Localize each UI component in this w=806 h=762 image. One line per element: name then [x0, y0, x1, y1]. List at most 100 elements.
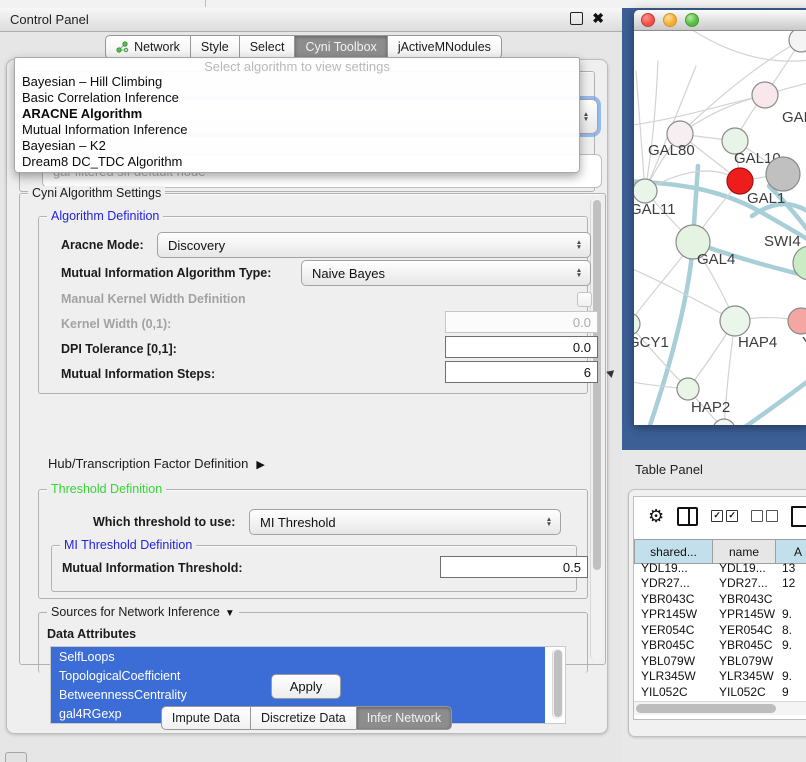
mi-steps-field[interactable]: 6 — [445, 361, 598, 383]
dpi-tolerance-label: DPI Tolerance [0,1]: — [61, 342, 177, 356]
table-cell: 9. — [775, 669, 806, 685]
table-settings-gear-icon[interactable]: ⚙ — [648, 507, 664, 525]
sources-title: Sources for Network Inference▼ — [47, 605, 239, 619]
manual-kernel-checkbox[interactable] — [577, 292, 592, 307]
table-row[interactable]: YBL079WYBL079W — [634, 653, 806, 669]
close-panel-icon[interactable]: ✖ — [592, 13, 604, 24]
algorithm-option[interactable]: Dream8 DC_TDC Algorithm — [15, 154, 579, 170]
algorithm-list: Bayesian – Hill ClimbingBasic Correlatio… — [15, 74, 579, 170]
network-edge[interactable] — [680, 95, 765, 134]
network-edge[interactable] — [694, 31, 806, 61]
table-panel-outer: ⚙ ✓✓ shared...nameA YDL19...YDL19...13YD… — [628, 489, 806, 737]
tab-network[interactable]: Network — [105, 35, 191, 59]
table-row[interactable]: YER054CYER054C8. — [634, 622, 806, 638]
table-cell: 9. — [775, 638, 806, 654]
mi-steps-label: Mutual Information Steps: — [61, 367, 215, 381]
network-node-y[interactable] — [788, 308, 806, 334]
close-window-icon[interactable] — [641, 13, 655, 27]
data-attribute-item[interactable]: SelfLoops — [51, 647, 545, 666]
collapse-arrow-icon[interactable]: ▼ — [225, 608, 235, 619]
tab-discretize-data[interactable]: Discretize Data — [250, 706, 357, 730]
apply-button[interactable]: Apply — [271, 674, 341, 699]
table-row[interactable]: YIL052CYIL052C9 — [634, 684, 806, 700]
combo-arrows-icon: ▲▼ — [571, 240, 590, 250]
mi-threshold-field[interactable]: 0.5 — [440, 556, 588, 578]
network-node[interactable] — [713, 419, 735, 425]
float-panel-icon[interactable] — [570, 12, 583, 25]
minimize-window-icon[interactable] — [663, 13, 677, 27]
table-row[interactable]: YPR145WYPR145W9. — [634, 607, 806, 623]
network-node[interactable] — [789, 31, 806, 52]
table-row[interactable]: YDR27...YDR27...12 — [634, 576, 806, 592]
hub-definition-toggle[interactable]: Hub/Transcription Factor Definition▶ — [48, 456, 265, 471]
table-cell: 9 — [775, 684, 806, 700]
network-edge[interactable] — [739, 373, 806, 425]
bottom-left-mini-button[interactable] — [5, 752, 27, 762]
table-row[interactable]: YLR345WYLR345W9. — [634, 669, 806, 685]
network-edge[interactable] — [636, 71, 645, 191]
dpi-tolerance-field[interactable]: 0.0 — [445, 336, 598, 358]
network-node-hap2[interactable] — [677, 378, 699, 400]
dpi-tolerance-value: 0.0 — [573, 340, 591, 355]
network-node-label: Y — [802, 334, 806, 351]
manual-kernel-label: Manual Kernel Width Definition — [61, 292, 246, 306]
tab-impute-data[interactable]: Impute Data — [161, 706, 251, 730]
algorithm-option[interactable]: Basic Correlation Inference — [15, 90, 579, 106]
table-cell — [775, 591, 806, 607]
table-cell: YER054C — [712, 622, 775, 638]
tab-style[interactable]: Style — [190, 35, 240, 59]
algorithm-option[interactable]: ARACNE Algorithm — [15, 106, 579, 122]
algorithm-dropdown-popup: Select algorithm to view settings Bayesi… — [14, 57, 580, 173]
tab-label: Infer Network — [367, 711, 441, 725]
algorithm-option[interactable]: Bayesian – K2 — [15, 138, 579, 154]
aracne-mode-combo[interactable]: Discovery ▲▼ — [157, 232, 591, 258]
table-toolbar: ⚙ ✓✓ — [634, 497, 806, 535]
network-node-gal[interactable] — [752, 82, 778, 108]
zoom-window-icon[interactable] — [685, 13, 699, 27]
aracne-mode-value: Discovery — [158, 238, 571, 253]
table-cell: 8. — [775, 622, 806, 638]
tab-infer-network[interactable]: Infer Network — [356, 706, 452, 730]
table-row[interactable]: YBR043CYBR043C — [634, 591, 806, 607]
network-node[interactable] — [766, 157, 800, 191]
table-panel-area: Table Panel ⚙ ✓✓ shared...nameA Y — [622, 450, 806, 762]
cyni-settings-group: Cyni Algorithm Settings Algorithm Defini… — [19, 193, 606, 665]
tab-label: Style — [201, 40, 229, 54]
algorithm-placeholder: Select algorithm to view settings — [15, 58, 579, 74]
select-all-checks-icon[interactable]: ✓✓ — [711, 510, 738, 522]
table-row[interactable]: YDL19...YDL19...13 — [634, 560, 806, 576]
kernel-width-field[interactable]: 0.0 — [445, 311, 598, 333]
new-column-icon[interactable] — [791, 506, 806, 527]
tab-cyni-toolbox[interactable]: Cyni Toolbox — [294, 35, 387, 59]
network-canvas[interactable]: GALGAL80GAL10GAL1GAL11GAL4SWI4GCY1HAP4YH… — [634, 31, 806, 425]
tab-jactivemnodules[interactable]: jActiveMNodules — [387, 35, 502, 59]
mi-type-combo[interactable]: Naive Bayes ▲▼ — [301, 260, 591, 286]
combo-arrows-icon: ▲▼ — [541, 517, 560, 527]
settings-scrollbar-thumb[interactable] — [593, 200, 601, 570]
algorithm-option[interactable]: Bayesian – Hill Climbing — [15, 74, 579, 90]
node-table[interactable]: YDL19...YDL19...13YDR27...YDR27...12YBR0… — [634, 560, 806, 700]
expand-arrow-icon[interactable]: ▶ — [256, 458, 264, 471]
table-cell: YIL052C — [634, 684, 712, 700]
network-node-hap4[interactable] — [720, 306, 750, 336]
tab-label: jActiveMNodules — [398, 40, 491, 54]
mi-type-label: Mutual Information Algorithm Type: — [61, 266, 271, 280]
table-hscrollbar[interactable] — [634, 701, 806, 715]
table-hscrollbar-thumb[interactable] — [636, 704, 776, 713]
network-node-label: GAL80 — [648, 142, 695, 159]
network-node-gcy1[interactable] — [634, 313, 640, 335]
network-window-titlebar[interactable] — [634, 10, 806, 31]
tab-label: Network — [134, 40, 180, 54]
table-row[interactable]: YBR045CYBR045C9. — [634, 638, 806, 654]
network-node-gal11[interactable] — [634, 179, 657, 203]
algorithm-option[interactable]: Mutual Information Inference — [15, 122, 579, 138]
tab-select[interactable]: Select — [239, 35, 296, 59]
split-columns-icon[interactable] — [677, 507, 698, 526]
deselect-all-checks-icon[interactable] — [751, 510, 778, 522]
table-cell: YDL19... — [712, 560, 775, 576]
network-node-label: GAL11 — [634, 201, 676, 218]
table-cell — [775, 653, 806, 669]
network-edge[interactable] — [645, 61, 658, 191]
which-threshold-combo[interactable]: MI Threshold ▲▼ — [249, 509, 561, 535]
settings-scrollbar[interactable] — [590, 198, 602, 660]
